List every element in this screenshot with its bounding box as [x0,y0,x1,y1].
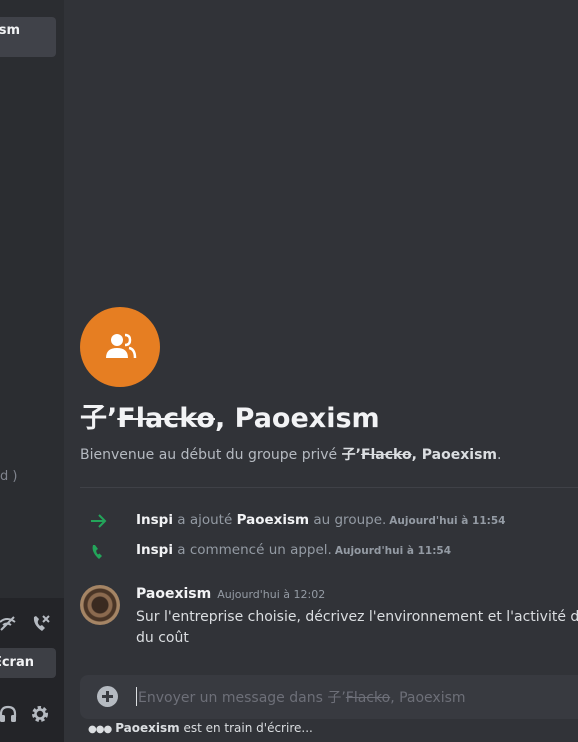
typing-dots-icon: ●●● [88,724,112,735]
hangup-call-icon[interactable] [30,613,52,639]
system-actor[interactable]: Inspi [136,512,173,528]
message-content: Sur l'entreprise choisie, décrivez l'env… [136,607,578,649]
message-line: du coût [136,630,189,646]
message-header: Paoexism Aujourd'hui à 12:02 [136,586,325,602]
typing-user: Paoexism [115,721,180,735]
disconnect-stream-icon[interactable] [0,614,18,638]
text-caret [136,687,137,706]
system-actor[interactable]: Inspi [136,542,173,558]
group-icon [106,333,137,359]
welcome-end: . [497,447,502,463]
sidebar-text: d ) [0,469,18,484]
group-avatar [80,307,160,387]
chat-area: 子’Flacko, Paoexism Bienvenue au début du… [64,0,578,742]
avatar[interactable] [80,585,120,625]
system-action: a ajouté [172,512,237,528]
placeholder-strike: Flacko [345,690,391,706]
placeholder-prefix: 子’ [327,690,346,706]
welcome-text: Bienvenue au début du groupe privé 子’Fla… [80,444,501,464]
welcome-group-suffix: , Paoexism [411,447,497,463]
welcome-group-strike: Flacko [360,447,412,463]
title-prefix: 子’ [80,403,118,434]
system-timestamp: Aujourd'hui à 11:54 [389,515,506,527]
message-input-placeholder[interactable]: Envoyer un message dans 子’Flacko, Paoexi… [138,687,466,707]
message-author[interactable]: Paoexism [136,586,211,602]
typing-indicator: ●●● Paoexism est en train d'écrire... [88,721,313,735]
sidebar: sm d ) Écran [0,0,64,742]
screen-share-label: Écran [0,655,34,670]
group-title: 子’Flacko, Paoexism [80,396,380,435]
add-attachment-icon[interactable] [97,686,118,707]
system-rest: au groupe. [309,512,387,528]
headphones-icon[interactable] [0,704,18,728]
placeholder-intro: Envoyer un message dans [138,690,328,706]
placeholder-suffix: , Paoexism [390,690,466,706]
welcome-group-prefix: 子’ [341,447,361,463]
message-composer[interactable]: Envoyer un message dans 子’Flacko, Paoexi… [80,675,578,719]
voice-panel: Écran [0,598,64,742]
dm-item-active[interactable]: sm [0,17,56,57]
phone-icon [90,543,108,565]
welcome-intro: Bienvenue au début du groupe privé [80,447,342,463]
divider [80,487,578,488]
dm-item-label: sm [0,23,20,38]
typing-text: est en train d'écrire... [179,721,313,735]
system-action: a commencé un appel. [172,542,332,558]
system-timestamp: Aujourd'hui à 11:54 [334,545,452,557]
system-target[interactable]: Paoexism [237,512,310,528]
arrow-right-icon [90,513,108,533]
message-line: Sur l'entreprise choisie, décrivez l'env… [136,609,578,625]
screen-share-button[interactable]: Écran [0,648,56,678]
title-strikethrough: Flacko [117,403,215,434]
title-suffix: , Paoexism [214,403,380,434]
settings-gear-icon[interactable] [30,704,50,728]
message-timestamp: Aujourd'hui à 12:02 [217,588,326,601]
